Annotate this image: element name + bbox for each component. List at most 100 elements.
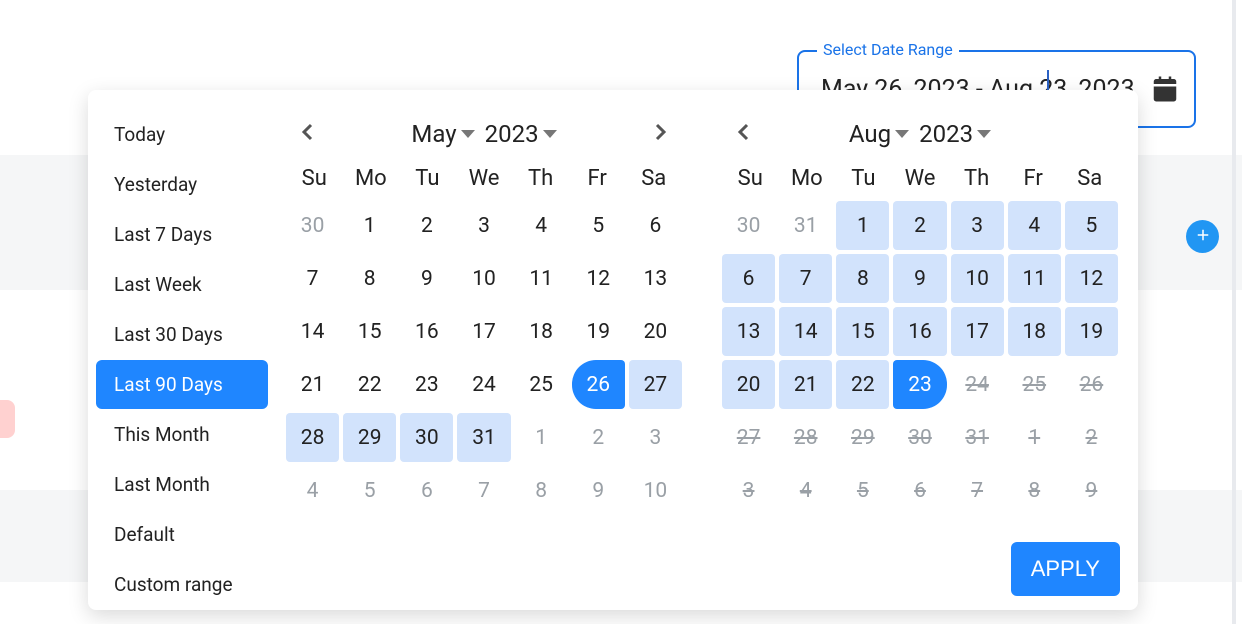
day-cell: 8	[515, 466, 568, 515]
day-cell[interactable]: 23	[400, 360, 453, 409]
day-cell[interactable]: 10	[951, 254, 1004, 303]
day-cell[interactable]: 5	[1065, 201, 1118, 250]
month-select-left[interactable]: May	[411, 120, 474, 148]
weekday-row: SuMoTuWeThFrSa	[722, 166, 1118, 191]
preset-last-7-days[interactable]: Last 7 Days	[96, 210, 268, 259]
day-cell[interactable]: 25	[515, 360, 568, 409]
day-cell[interactable]: 21	[779, 360, 832, 409]
day-cell[interactable]: 11	[1008, 254, 1061, 303]
day-cell[interactable]: 1	[836, 201, 889, 250]
day-cell[interactable]: 14	[779, 307, 832, 356]
day-cell[interactable]: 2	[400, 201, 453, 250]
day-cell[interactable]: 16	[400, 307, 453, 356]
day-cell[interactable]: 7	[779, 254, 832, 303]
day-cell[interactable]: 20	[629, 307, 682, 356]
preset-yesterday[interactable]: Yesterday	[96, 160, 268, 209]
day-cell: 9	[572, 466, 625, 515]
weekday-header: Fr	[1005, 166, 1062, 191]
chevron-down-icon	[977, 130, 991, 138]
day-cell[interactable]: 9	[400, 254, 453, 303]
day-cell[interactable]: 20	[722, 360, 775, 409]
day-cell[interactable]: 18	[515, 307, 568, 356]
day-cell[interactable]: 16	[893, 307, 946, 356]
day-cell: 30	[722, 201, 775, 250]
date-range-popover: TodayYesterdayLast 7 DaysLast WeekLast 3…	[88, 90, 1138, 610]
preset-custom-range[interactable]: Custom range	[96, 560, 268, 609]
day-cell[interactable]: 17	[951, 307, 1004, 356]
day-cell[interactable]: 22	[836, 360, 889, 409]
weekday-header: Sa	[1061, 166, 1118, 191]
day-cell[interactable]: 5	[572, 201, 625, 250]
day-cell[interactable]: 19	[572, 307, 625, 356]
day-cell[interactable]: 17	[457, 307, 510, 356]
preset-last-week[interactable]: Last Week	[96, 260, 268, 309]
day-cell[interactable]: 23	[893, 360, 946, 409]
day-cell: 2	[1065, 413, 1118, 462]
preset-this-month[interactable]: This Month	[96, 410, 268, 459]
prev-month-button[interactable]	[292, 118, 324, 150]
add-button[interactable]	[1186, 220, 1219, 253]
day-cell[interactable]: 31	[457, 413, 510, 462]
day-cell: 4	[779, 466, 832, 515]
day-cell[interactable]: 11	[515, 254, 568, 303]
day-cell[interactable]: 6	[629, 201, 682, 250]
weekday-header: Su	[286, 166, 343, 191]
day-cell: 31	[779, 201, 832, 250]
day-cell[interactable]: 9	[893, 254, 946, 303]
day-cell[interactable]: 8	[343, 254, 396, 303]
day-cell[interactable]: 7	[286, 254, 339, 303]
day-cell[interactable]: 29	[343, 413, 396, 462]
day-cell[interactable]: 4	[515, 201, 568, 250]
day-cell[interactable]: 12	[1065, 254, 1118, 303]
chevron-right-icon	[648, 120, 672, 148]
weekday-header: Su	[722, 166, 779, 191]
day-cell[interactable]: 27	[629, 360, 682, 409]
preset-last-month[interactable]: Last Month	[96, 460, 268, 509]
year-select-left[interactable]: 2023	[485, 120, 557, 148]
day-cell[interactable]: 15	[343, 307, 396, 356]
day-cell[interactable]: 30	[400, 413, 453, 462]
day-cell[interactable]: 24	[457, 360, 510, 409]
day-cell[interactable]: 10	[457, 254, 510, 303]
date-range-label: Select Date Range	[817, 40, 959, 59]
day-cell: 7	[457, 466, 510, 515]
day-cell: 1	[1008, 413, 1061, 462]
day-cell[interactable]: 4	[1008, 201, 1061, 250]
day-cell[interactable]: 21	[286, 360, 339, 409]
day-cell[interactable]: 28	[286, 413, 339, 462]
day-cell[interactable]: 22	[343, 360, 396, 409]
next-month-button[interactable]	[644, 118, 676, 150]
day-cell[interactable]: 3	[457, 201, 510, 250]
day-cell[interactable]: 14	[286, 307, 339, 356]
year-label: 2023	[919, 120, 973, 148]
day-cell: 30	[893, 413, 946, 462]
preset-last-90-days[interactable]: Last 90 Days	[96, 360, 268, 409]
day-cell[interactable]: 18	[1008, 307, 1061, 356]
day-cell: 28	[779, 413, 832, 462]
day-cell[interactable]: 8	[836, 254, 889, 303]
month-select-right[interactable]: Aug	[849, 120, 909, 148]
preset-today[interactable]: Today	[96, 110, 268, 159]
preset-default[interactable]: Default	[96, 510, 268, 559]
day-cell[interactable]: 6	[722, 254, 775, 303]
day-cell[interactable]: 19	[1065, 307, 1118, 356]
day-cell: 4	[286, 466, 339, 515]
weekday-header: Sa	[625, 166, 682, 191]
prev-month-button[interactable]	[728, 118, 760, 150]
day-cell[interactable]: 13	[722, 307, 775, 356]
day-cell[interactable]: 1	[343, 201, 396, 250]
apply-button[interactable]: APPLY	[1011, 542, 1120, 596]
day-cell[interactable]: 13	[629, 254, 682, 303]
weekday-header: Tu	[399, 166, 456, 191]
day-cell: 29	[836, 413, 889, 462]
day-cell[interactable]: 12	[572, 254, 625, 303]
plus-icon	[1194, 226, 1212, 248]
year-select-right[interactable]: 2023	[919, 120, 991, 148]
preset-last-30-days[interactable]: Last 30 Days	[96, 310, 268, 359]
day-cell[interactable]: 3	[951, 201, 1004, 250]
calendar-left: May 2023 SuMoTuWeThFrSa	[286, 112, 682, 515]
day-cell[interactable]: 26	[572, 360, 625, 409]
day-cell[interactable]: 15	[836, 307, 889, 356]
day-cell[interactable]: 2	[893, 201, 946, 250]
weekday-header: Th	[512, 166, 569, 191]
